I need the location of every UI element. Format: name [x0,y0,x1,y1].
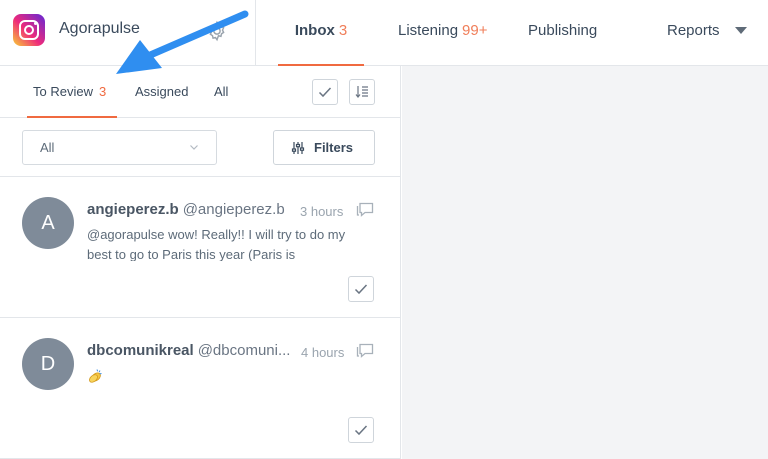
mark-reviewed-button[interactable] [348,417,374,443]
nav-tab-label: Inbox [294,22,335,39]
subtab-label: To Review [33,84,93,99]
sliders-icon [291,142,305,154]
author-handle: @angieperez.b [182,201,285,218]
listening-count-badge: 99+ [462,22,488,39]
avatar: A [22,197,74,249]
instagram-logo-icon [13,14,45,46]
nav-tab-label: Reports [667,22,720,39]
nav-tab-reports[interactable]: Reports [667,0,720,66]
nav-tab-inbox[interactable]: Inbox 3 [278,0,364,66]
item-timestamp: 4 hours [301,345,345,360]
filters-label: Filters [314,140,354,155]
caret-down-icon[interactable] [735,27,747,34]
item-author: angieperez.b @angieperez.b [87,201,285,218]
clapping-hands-icon [89,369,102,383]
author-name: angieperez.b [87,201,179,218]
mark-reviewed-button[interactable] [348,276,374,302]
checkmark-icon [354,284,368,295]
comment-icon [356,202,374,217]
avatar: D [22,338,74,390]
to-review-count-badge: 3 [98,84,107,99]
filter-bar: All Filters [0,118,400,177]
author-name: dbcomunikreal [87,342,194,359]
inbox-item[interactable]: D dbcomunikreal @dbcomuni... 4 hours [0,318,400,459]
select-value: All [40,140,55,155]
subtab-label: All [214,84,229,99]
account-filter-select[interactable]: All [22,130,217,165]
filters-button[interactable]: Filters [273,130,375,165]
nav-tab-listening[interactable]: Listening 99+ [398,0,488,66]
nav-tab-label: Listening [398,22,459,39]
item-timestamp: 3 hours [300,204,344,219]
subtab-label: Assigned [135,84,189,99]
inbox-item[interactable]: A angieperez.b @angieperez.b 3 hours @ago… [0,177,400,318]
item-author: dbcomunikreal @dbcomuni... [87,342,290,359]
mark-all-reviewed-button[interactable] [312,79,338,105]
nav-tab-publishing[interactable]: Publishing [528,0,597,66]
checkmark-icon [318,87,332,98]
chevron-down-icon [190,145,198,150]
nav-tab-label: Publishing [528,22,598,39]
checkmark-icon [354,425,368,436]
annotation-arrow-icon [116,10,249,74]
item-message: @agorapulse wow! Really!! I will try to … [87,227,346,261]
comment-icon [356,343,374,358]
inbox-list-panel: To Review 3 Assigned All All Filters A a… [0,66,401,459]
sort-button[interactable] [349,79,375,105]
conversation-empty-area [402,66,768,459]
sort-icon [355,86,368,98]
author-handle: @dbcomuni... [197,342,291,359]
inbox-count-badge: 3 [338,22,348,39]
